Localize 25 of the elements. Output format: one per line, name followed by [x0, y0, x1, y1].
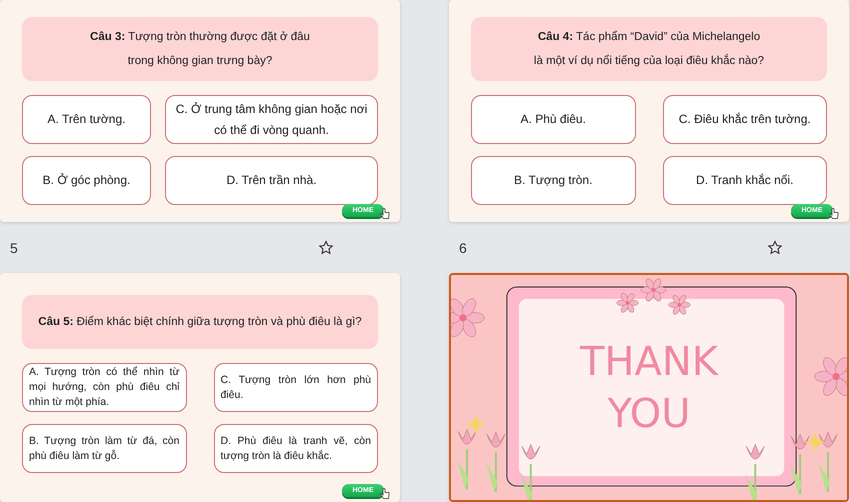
answer-option[interactable]: C. Tượng tròn lớn hơn phù điêu.: [214, 363, 378, 412]
hand-cursor-icon: [380, 488, 390, 500]
answer-option[interactable]: B. Tượng tròn làm từ đá, còn phù điêu làm từ gỗ.: [22, 424, 186, 473]
question-text: Câu 4: Tác phẩm “David” của Michelangelo là một ví dụ nổi tiếng của loại điêu khắc nào?: [471, 17, 827, 81]
answer-option[interactable]: D. Tranh khắc nổi.: [662, 156, 827, 205]
answer-option[interactable]: D. Phù điêu là tranh vẽ, còn tượng tròn là điêu khắc.: [214, 424, 378, 473]
slide-number: 5: [10, 240, 18, 256]
answer-option[interactable]: B. Tượng tròn.: [471, 156, 636, 205]
hand-cursor-icon: [380, 208, 390, 220]
slide-thumbnail[interactable]: [0, 273, 400, 502]
answer-option[interactable]: B. Ở góc phòng.: [22, 156, 152, 205]
star-icon[interactable]: [767, 240, 783, 256]
question-text: Câu 3: Tượng tròn thường được đặt ở đâu trong không gian trưng bày?: [22, 17, 378, 81]
star-icon[interactable]: [318, 240, 334, 256]
thank-you-text: YOU: [607, 390, 690, 438]
answer-option[interactable]: C. Điêu khắc trên tường.: [662, 95, 827, 144]
thank-you-text: THANK: [580, 338, 718, 386]
question-text: Câu 5: Điểm khác biệt chính giữa tượng tròn và phù điêu là gì?: [22, 295, 378, 349]
answer-option[interactable]: A. Tượng tròn có thể nhìn từ mọi hướng, còn phù điêu chỉ nhìn từ một phía.: [22, 363, 186, 412]
answer-option[interactable]: A. Trên tường.: [22, 95, 152, 144]
slide-number: 6: [459, 240, 467, 256]
answer-option[interactable]: D. Trên trần nhà.: [165, 156, 378, 205]
answer-option[interactable]: C. Ở trung tâm không gian hoặc nơi có thể đi vòng quanh.: [165, 95, 378, 144]
hand-cursor-icon: [829, 208, 839, 220]
answer-option[interactable]: A. Phù điêu.: [471, 95, 636, 144]
